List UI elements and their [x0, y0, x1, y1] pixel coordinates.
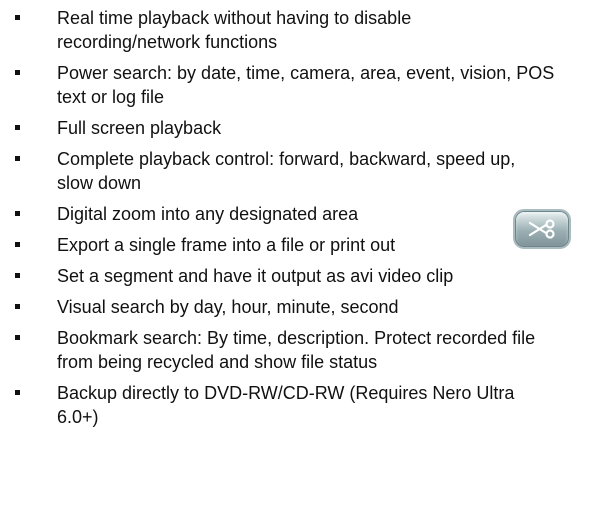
bullet	[15, 156, 20, 161]
list-item: Real time playback without having to dis…	[0, 6, 590, 54]
list-item: Set a segment and have it output as avi …	[0, 264, 590, 288]
bullet	[15, 70, 20, 75]
bullet	[15, 242, 20, 247]
list-item: Export a single frame into a file or pri…	[0, 233, 590, 257]
bullet	[15, 273, 20, 278]
list-item-text: Real time playback without having to dis…	[57, 8, 412, 52]
bullet	[15, 15, 20, 20]
list-item: Complete playback control: forward, back…	[0, 147, 590, 195]
list-item: Power search: by date, time, camera, are…	[0, 61, 590, 109]
scissors-button[interactable]	[513, 209, 571, 249]
bullet	[15, 335, 20, 340]
list-item: Visual search by day, hour, minute, seco…	[0, 295, 590, 319]
list-item: Backup directly to DVD-RW/CD-RW (Require…	[0, 381, 590, 429]
list-item-text: Complete playback control: forward, back…	[57, 149, 516, 193]
list-item-text: Full screen playback	[57, 118, 222, 138]
bullet	[15, 211, 20, 216]
list-item-text: Export a single frame into a file or pri…	[57, 235, 396, 255]
scissors-icon	[528, 219, 555, 239]
bullet	[15, 125, 20, 130]
list-item-text: Power search: by date, time, camera, are…	[57, 63, 555, 107]
list-item: Digital zoom into any designated area	[0, 202, 590, 226]
feature-list: Real time playback without having to dis…	[0, 6, 590, 436]
list-item-text: Digital zoom into any designated area	[57, 204, 359, 224]
list-item-text: Backup directly to DVD-RW/CD-RW (Require…	[57, 383, 515, 427]
list-item: Bookmark search: By time, description. P…	[0, 326, 590, 374]
list-item: Full screen playback	[0, 116, 590, 140]
list-item-text: Visual search by day, hour, minute, seco…	[57, 297, 399, 317]
list-item-text: Bookmark search: By time, description. P…	[57, 328, 536, 372]
list-item-text: Set a segment and have it output as avi …	[57, 266, 454, 286]
bullet	[15, 390, 20, 395]
bullet	[15, 304, 20, 309]
